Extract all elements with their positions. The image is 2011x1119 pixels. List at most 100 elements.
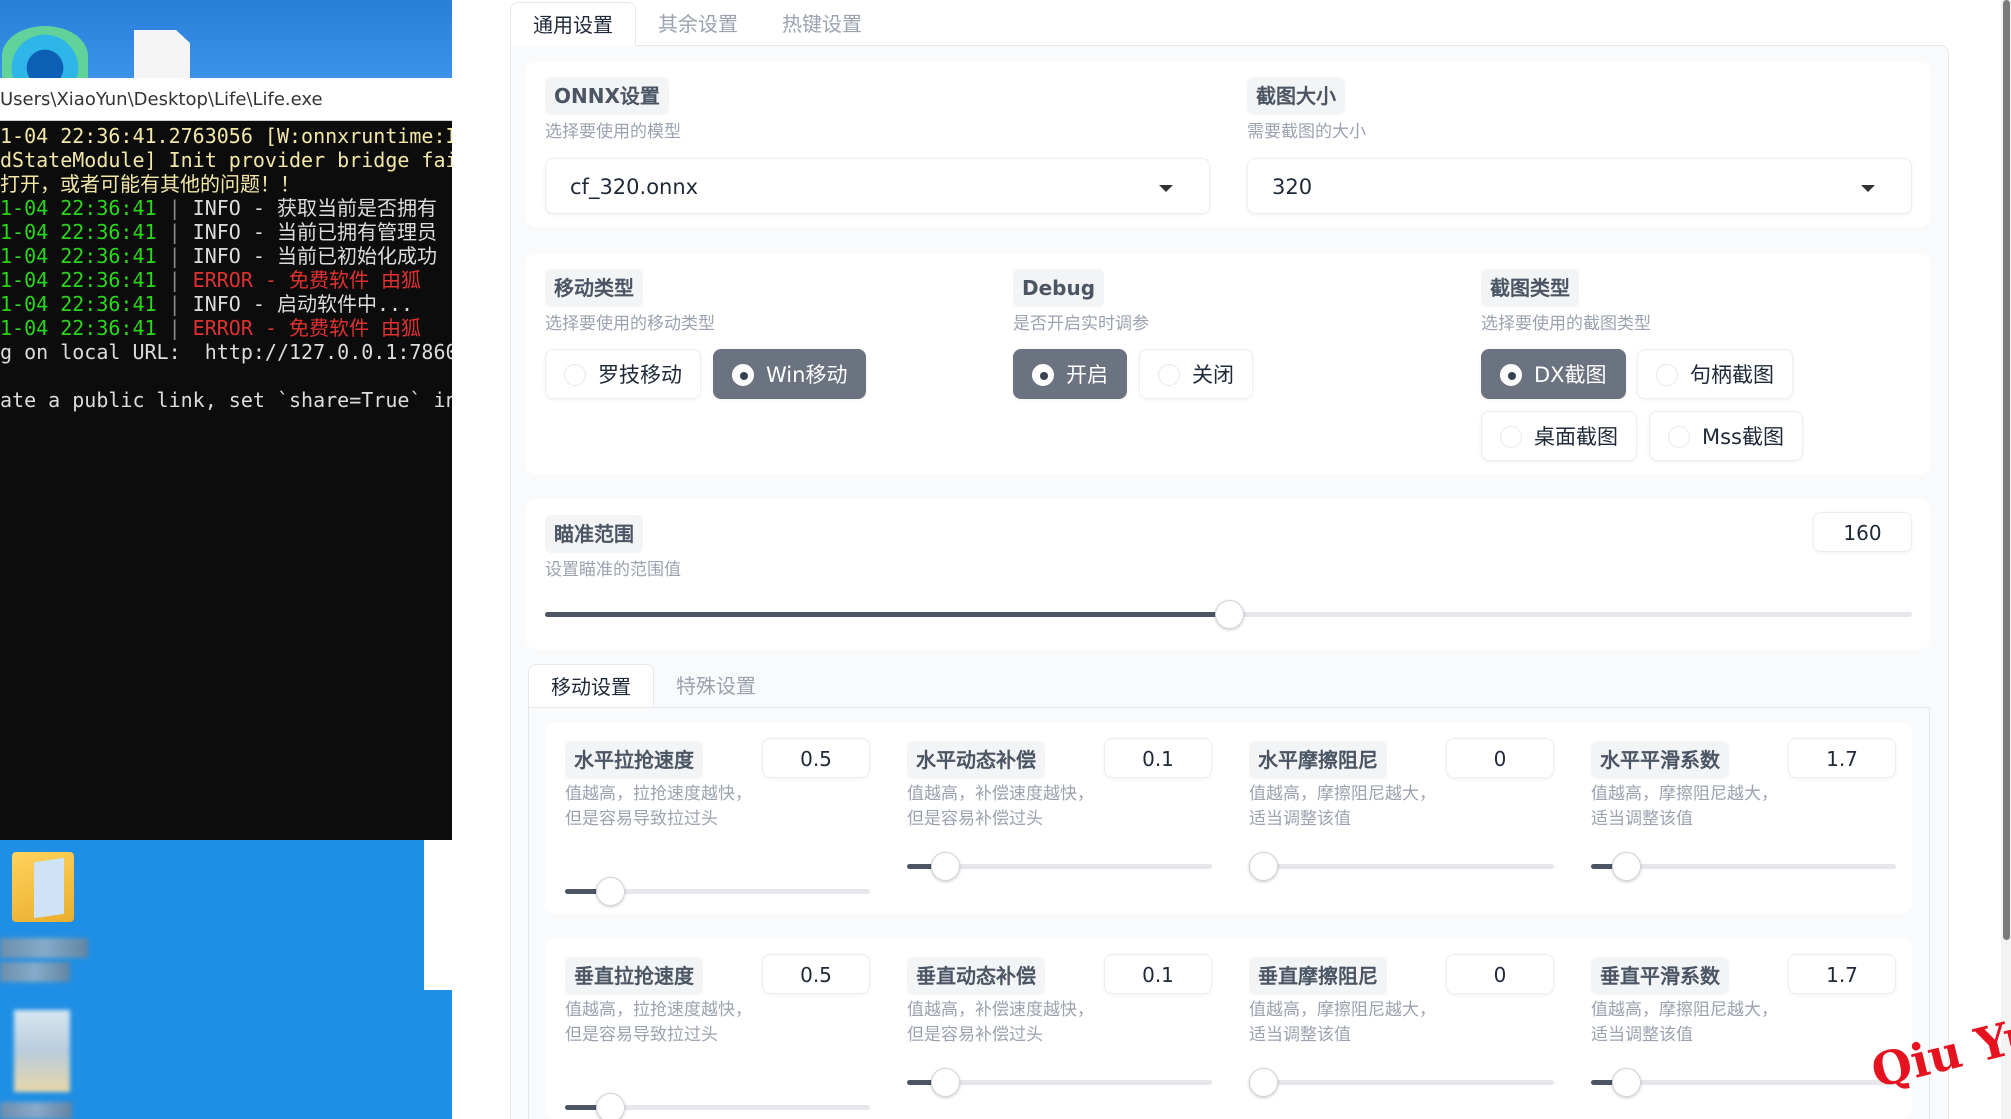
console-line: 1-04 22:36:41 | ERROR - 免费软件 由狐 bbox=[0, 316, 452, 340]
console-window-title: Users\XiaoYun\Desktop\Life\Life.exe bbox=[0, 78, 452, 121]
param-slider[interactable] bbox=[907, 1068, 1212, 1097]
console-text: | bbox=[156, 196, 193, 220]
aim-range-desc: 设置瞄准的范围值 bbox=[545, 560, 681, 580]
console-text: | bbox=[156, 268, 193, 292]
debug-option-off[interactable]: 关闭 bbox=[1139, 349, 1253, 399]
tab-1[interactable]: 其余设置 bbox=[636, 2, 760, 46]
param-slider[interactable] bbox=[1591, 1068, 1896, 1097]
move-type-title: 移动类型 bbox=[545, 269, 643, 307]
param-value-input[interactable]: 0.5 bbox=[762, 954, 870, 994]
param-value-input[interactable]: 0 bbox=[1446, 954, 1554, 994]
tab-2[interactable]: 热键设置 bbox=[760, 2, 884, 46]
slider-handle[interactable] bbox=[1612, 1068, 1641, 1097]
subtab-0[interactable]: 移动设置 bbox=[528, 664, 654, 708]
radio-label: Win移动 bbox=[766, 363, 848, 387]
slider-handle[interactable] bbox=[931, 1068, 960, 1097]
desktop-icon-label bbox=[0, 962, 70, 982]
app-icon[interactable] bbox=[14, 1010, 70, 1092]
main-tabbar: 通用设置 其余设置 热键设置 bbox=[510, 2, 884, 46]
param-title: 垂直拉抢速度 bbox=[565, 957, 703, 995]
param-value-input[interactable]: 1.7 bbox=[1788, 954, 1896, 994]
console-text: ate a public link, set `share=True` in bbox=[0, 388, 452, 412]
sub-tabbar: 移动设置 特殊设置 bbox=[528, 664, 778, 708]
console-line: 1-04 22:36:41 | INFO - 当前已拥有管理员 bbox=[0, 220, 452, 244]
console-line: ate a public link, set `share=True` in bbox=[0, 388, 452, 412]
slider-handle[interactable] bbox=[1249, 1068, 1278, 1097]
console-text: ERROR bbox=[192, 316, 253, 340]
console-text: 1-04 22:36:41 bbox=[0, 292, 157, 316]
aim-range-input[interactable]: 160 bbox=[1813, 512, 1912, 552]
slider-handle[interactable] bbox=[1612, 852, 1641, 881]
capture-type-desc: 选择要使用的截图类型 bbox=[1481, 314, 1651, 334]
console-text: - 免费软件 由狐 bbox=[252, 316, 422, 340]
capture-type-option-desktop[interactable]: 桌面截图 bbox=[1481, 411, 1637, 461]
console-text: 1-04 22:36:41 bbox=[0, 220, 157, 244]
console-line: 1-04 22:36:41 | ERROR - 免费软件 由狐 bbox=[0, 268, 452, 292]
tab-0[interactable]: 通用设置 bbox=[510, 2, 636, 46]
console-text: - 获取当前是否拥有 bbox=[240, 196, 437, 220]
radio-icon bbox=[1668, 426, 1690, 448]
console-text: 1-04 22:36:41 bbox=[0, 244, 157, 268]
capture-type-option-dx[interactable]: DX截图 bbox=[1481, 349, 1626, 399]
model-select[interactable]: cf_320.onnx bbox=[545, 158, 1210, 214]
param-slider[interactable] bbox=[565, 877, 870, 906]
debug-option-on[interactable]: 开启 bbox=[1013, 349, 1127, 399]
edge-browser-icon[interactable] bbox=[2, 26, 88, 86]
param-value-input[interactable]: 0.1 bbox=[1104, 738, 1212, 778]
console-text: INFO bbox=[192, 244, 241, 268]
radio-label: DX截图 bbox=[1534, 363, 1607, 387]
capture-type-option-mss[interactable]: Mss截图 bbox=[1649, 411, 1804, 461]
console-text: - 当前已初始化成功 bbox=[240, 244, 437, 268]
radio-icon bbox=[1500, 426, 1522, 448]
subtab-1[interactable]: 特殊设置 bbox=[654, 664, 778, 708]
radio-label: 开启 bbox=[1066, 363, 1108, 387]
param-value-input[interactable]: 1.7 bbox=[1788, 738, 1896, 778]
console-text: ERROR bbox=[192, 268, 253, 292]
slider-handle[interactable] bbox=[1215, 600, 1244, 629]
console-text: | bbox=[156, 244, 193, 268]
param-title: 水平摩擦阻尼 bbox=[1249, 741, 1387, 779]
param-value-input[interactable]: 0.1 bbox=[1104, 954, 1212, 994]
param-desc: 值越高，摩擦阻尼越大，适当调整该值 bbox=[1591, 1000, 1778, 1045]
param-title: 水平平滑系数 bbox=[1591, 741, 1729, 779]
param-desc: 值越高，补偿速度越快，但是容易补偿过头 bbox=[907, 784, 1094, 829]
move-type-option-win[interactable]: Win移动 bbox=[713, 349, 867, 399]
console-window[interactable]: Users\XiaoYun\Desktop\Life\Life.exe 1-04… bbox=[0, 78, 452, 840]
radio-icon bbox=[564, 364, 586, 386]
folder-icon[interactable] bbox=[12, 852, 74, 922]
slider-handle[interactable] bbox=[1249, 852, 1278, 881]
param-value-input[interactable]: 0.5 bbox=[762, 738, 870, 778]
param-title: 垂直动态补偿 bbox=[907, 957, 1045, 995]
move-type-option-logitech[interactable]: 罗技移动 bbox=[545, 349, 701, 399]
file-icon[interactable] bbox=[134, 30, 190, 82]
capture-size-desc: 需要截图的大小 bbox=[1247, 122, 1366, 142]
slider-handle[interactable] bbox=[931, 852, 960, 881]
param-slider[interactable] bbox=[1249, 852, 1554, 881]
capture-size-select[interactable]: 320 bbox=[1247, 158, 1912, 214]
param-slider[interactable] bbox=[1591, 852, 1896, 881]
param-desc: 值越高，摩擦阻尼越大，适当调整该值 bbox=[1591, 784, 1778, 829]
console-text: g on local URL: http://127.0.0.1:7860 bbox=[0, 340, 452, 364]
desktop-background: Users\XiaoYun\Desktop\Life\Life.exe 1-04… bbox=[0, 0, 452, 1119]
console-text: | bbox=[156, 316, 193, 340]
param-slider[interactable] bbox=[907, 852, 1212, 881]
move-type-desc: 选择要使用的移动类型 bbox=[545, 314, 715, 334]
console-line: 1-04 22:36:41 | INFO - 获取当前是否拥有 bbox=[0, 196, 452, 220]
scrollbar-thumb[interactable] bbox=[2003, 0, 2010, 940]
slider-handle[interactable] bbox=[596, 877, 625, 906]
desktop-icon-label bbox=[0, 1102, 72, 1119]
param-value-input[interactable]: 0 bbox=[1446, 738, 1554, 778]
param-title: 垂直摩擦阻尼 bbox=[1249, 957, 1387, 995]
param-slider[interactable] bbox=[1249, 1068, 1554, 1097]
aim-range-title: 瞄准范围 bbox=[545, 515, 643, 553]
onnx-settings-title: ONNX设置 bbox=[545, 77, 669, 115]
slider-handle[interactable] bbox=[596, 1093, 625, 1119]
aim-range-slider[interactable] bbox=[545, 600, 1912, 629]
radio-icon bbox=[1500, 364, 1522, 386]
param-slider[interactable] bbox=[565, 1093, 870, 1119]
capture-size-title: 截图大小 bbox=[1247, 77, 1345, 115]
capture-type-option-handle[interactable]: 句柄截图 bbox=[1637, 349, 1793, 399]
console-text: 1-04 22:36:41 bbox=[0, 316, 157, 340]
console-text: INFO bbox=[192, 196, 241, 220]
